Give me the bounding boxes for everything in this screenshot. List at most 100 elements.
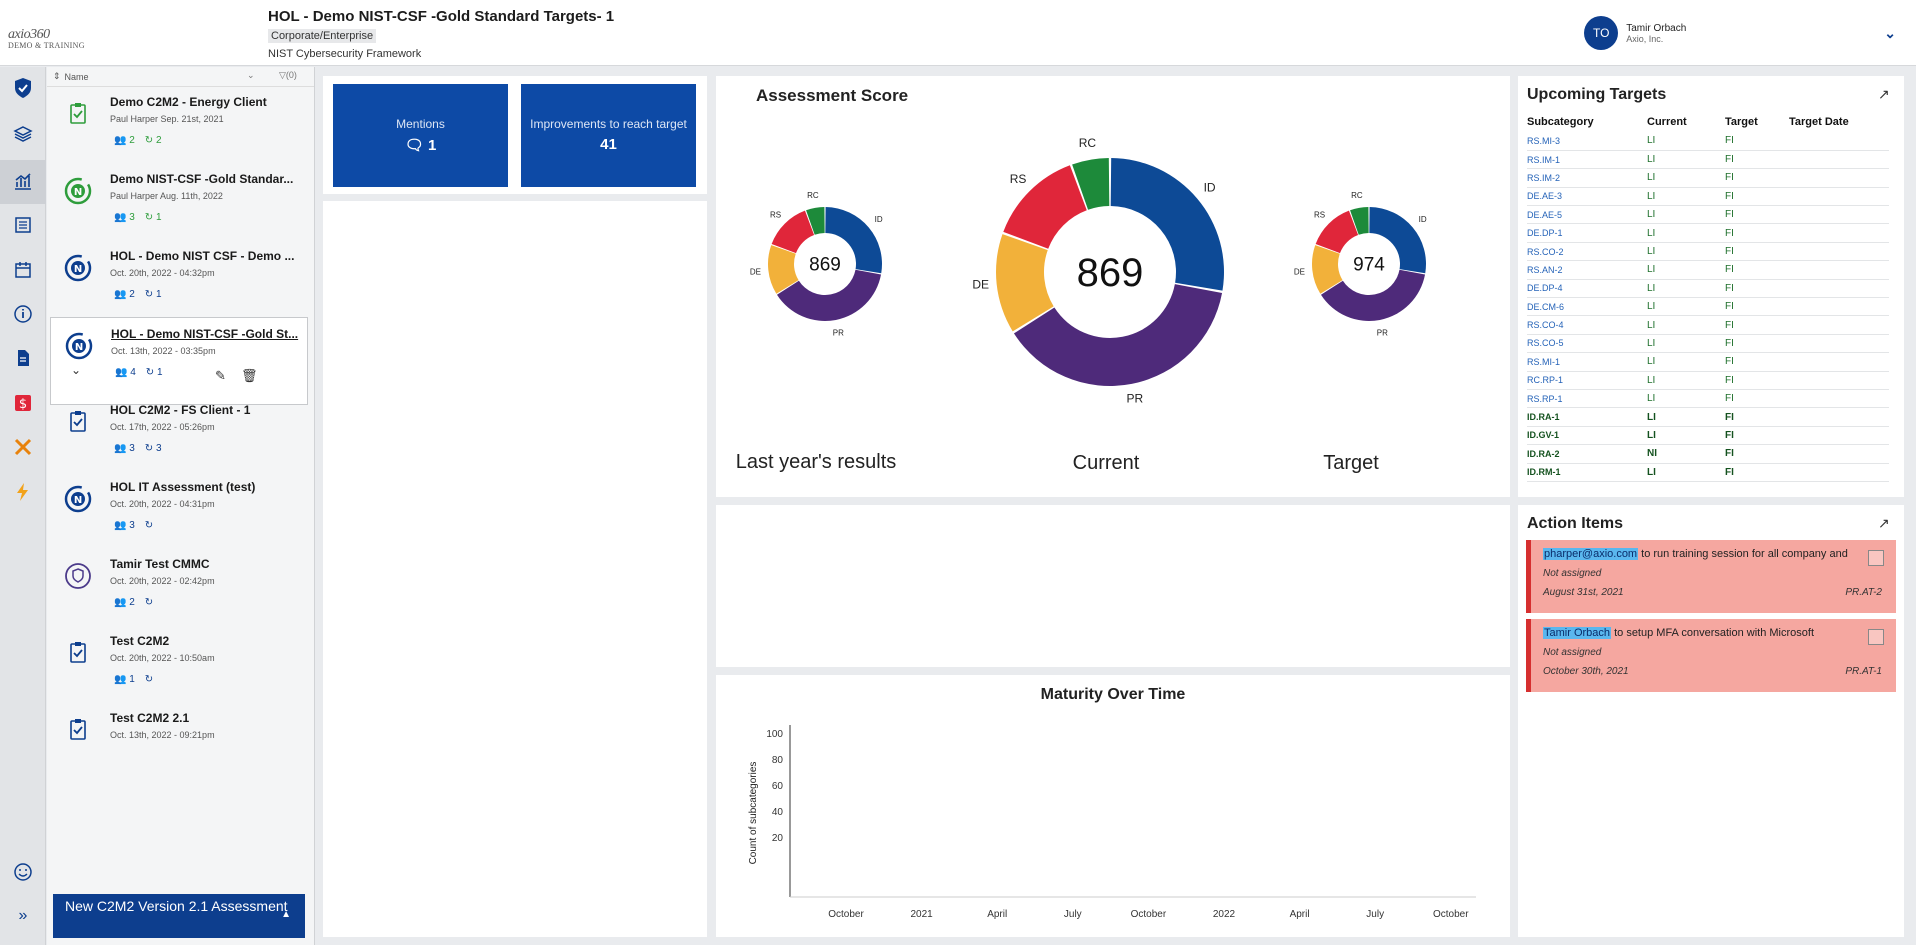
item-name[interactable]: Demo C2M2 - Energy Client [110,95,302,109]
subcategory-cell[interactable]: RS.CO-5 [1527,334,1647,354]
table-row[interactable]: DE.DP-4 LI FI [1527,279,1889,299]
table-row[interactable]: DE.CM-6 LI FI [1527,297,1889,317]
table-row[interactable]: RS.CO-4 LI FI [1527,315,1889,335]
subcategory-cell[interactable]: RC.RP-1 [1527,371,1647,390]
table-row[interactable]: RS.AN-2 LI FI [1527,260,1889,280]
subcategory-cell[interactable]: ID.RM-1 [1527,463,1647,482]
external-link-icon[interactable]: ↗ [1878,515,1890,532]
table-row[interactable]: RS.CO-5 LI FI [1527,334,1889,354]
mention-tag[interactable]: pharper@axio.com [1543,548,1639,560]
table-row[interactable]: DE.AE-5 LI FI [1527,205,1889,225]
subcategory-cell[interactable]: DE.CM-6 [1527,297,1647,317]
target-cell: FI [1725,187,1789,207]
subcategory-cell[interactable]: ID.GV-1 [1527,426,1647,446]
subcategory-cell[interactable]: DE.DP-4 [1527,279,1647,299]
action-description: to run training session for all company … [1638,548,1848,560]
subcategory-cell[interactable]: ID.RA-1 [1527,407,1647,427]
user-menu[interactable]: TO Tamir Orbach Axio, Inc. ⌄ [1584,16,1896,50]
table-row[interactable]: RC.RP-1 LI FI [1527,371,1889,390]
subcategory-cell[interactable]: DE.DP-1 [1527,223,1647,243]
smiley-icon[interactable] [12,861,34,883]
subcategory-cell[interactable]: RS.MI-1 [1527,352,1647,372]
subcategory-cell[interactable]: ID.RA-2 [1527,444,1647,464]
table-row[interactable]: DE.DP-1 LI FI [1527,223,1889,243]
list-item[interactable]: N HOL - Demo NIST-CSF -Gold St... Oct. 13t… [50,317,308,405]
item-name[interactable]: HOL - Demo NIST CSF - Demo ... [110,249,302,263]
subcategory-cell[interactable]: RS.RP-1 [1527,389,1647,409]
column-header[interactable]: Target [1725,116,1789,132]
empty-panel-left [323,201,707,937]
list-item[interactable]: Test C2M2 2.1 Oct. 13th, 2022 - 09:21pm [50,702,308,790]
list-item[interactable]: Test C2M2 Oct. 20th, 2022 - 10:50am 👥 1 ↻ [50,625,308,713]
table-row[interactable]: DE.AE-3 LI FI [1527,187,1889,207]
item-name[interactable]: HOL IT Assessment (test) [110,480,302,494]
item-name[interactable]: Tamir Test CMMC [110,557,302,571]
table-row[interactable]: ID.RA-1 LI FI [1527,407,1889,427]
table-row[interactable]: RS.MI-3 LI FI [1527,132,1889,151]
column-header[interactable]: Subcategory [1527,116,1647,132]
list-item[interactable]: N Demo NIST-CSF -Gold Standar... Paul Harp… [50,163,308,251]
lightning-icon[interactable] [12,481,34,503]
action-item[interactable]: Tamir Orbach to setup MFA conversation w… [1526,619,1896,692]
column-header[interactable]: Target Date [1789,116,1889,132]
subcategory-cell[interactable]: DE.AE-5 [1527,205,1647,225]
complete-checkbox[interactable] [1868,629,1884,645]
table-row[interactable]: RS.IM-2 LI FI [1527,168,1889,188]
subcategory-cell[interactable]: RS.MI-3 [1527,132,1647,151]
mention-tag[interactable]: Tamir Orbach [1543,627,1612,639]
list-icon[interactable] [12,214,34,236]
item-name[interactable]: Test C2M2 2.1 [110,711,302,725]
layers-icon[interactable] [12,123,34,145]
axio-logo[interactable]: axio360 DEMO & TRAINING [8,18,85,50]
list-item[interactable]: N HOL IT Assessment (test) Oct. 20th, 2022… [50,471,308,559]
table-row[interactable]: RS.RP-1 LI FI [1527,389,1889,409]
list-item[interactable]: N HOL - Demo NIST CSF - Demo ... Oct. 20th… [50,240,308,328]
trash-icon[interactable]: 🗑 [241,368,258,384]
table-row[interactable]: ID.RM-1 LI FI [1527,463,1889,482]
item-name[interactable]: HOL - Demo NIST-CSF -Gold St... [111,327,303,341]
current-cell: LI [1647,352,1725,372]
list-sort-header[interactable]: ⇕ Name ⌄ ▽(0) [47,67,314,87]
new-assessment-button[interactable]: New C2M2 Version 2.1 Assessment ▲ [53,894,305,938]
improvements-tile[interactable]: Improvements to reach target 41 [521,84,696,187]
external-link-icon[interactable]: ↗ [1878,86,1890,103]
item-name[interactable]: Test C2M2 [110,634,302,648]
action-item[interactable]: pharper@axio.com to run training session… [1526,540,1896,613]
subcategory-cell[interactable]: RS.CO-2 [1527,242,1647,262]
table-row[interactable]: RS.CO-2 LI FI [1527,242,1889,262]
mentions-tile[interactable]: Mentions 🗨 1 [333,84,508,187]
info-icon[interactable] [12,303,34,325]
avatar[interactable]: TO [1584,16,1619,50]
table-row[interactable]: ID.RA-2 NI FI [1527,444,1889,464]
table-row[interactable]: ID.GV-1 LI FI [1527,426,1889,446]
edit-icon[interactable]: ✎ [215,368,226,384]
table-row[interactable]: RS.MI-1 LI FI [1527,352,1889,372]
chevron-down-icon[interactable]: ⌄ [71,363,81,377]
table-row[interactable]: RS.IM-1 LI FI [1527,150,1889,170]
list-item[interactable]: HOL C2M2 - FS Client - 1 Oct. 17th, 2022 … [50,394,308,482]
chart-icon[interactable] [12,170,34,192]
item-name[interactable]: Demo NIST-CSF -Gold Standar... [110,172,302,186]
complete-checkbox[interactable] [1868,550,1884,566]
chevron-down-icon[interactable]: ⌄ [247,70,255,81]
subcategory-cell[interactable]: RS.CO-4 [1527,315,1647,335]
filter-icon[interactable]: ▽(0) [279,70,297,81]
document-icon[interactable] [12,347,34,369]
tools-icon[interactable] [12,436,34,458]
list-item[interactable]: Demo C2M2 - Energy Client Paul Harper Sep… [50,86,308,174]
subcategory-cell[interactable]: RS.IM-1 [1527,150,1647,170]
subcategory-cell[interactable]: DE.AE-3 [1527,187,1647,207]
subcategory-cell[interactable]: RS.AN-2 [1527,260,1647,280]
shield-check-icon[interactable] [12,77,34,99]
item-name[interactable]: HOL C2M2 - FS Client - 1 [110,403,302,417]
list-item[interactable]: Tamir Test CMMC Oct. 20th, 2022 - 02:42pm… [50,548,308,636]
chevron-down-icon[interactable]: ⌄ [1884,25,1896,42]
current-cell: LI [1647,205,1725,225]
column-header[interactable]: Current [1647,116,1725,132]
expand-rail-icon[interactable]: » [12,905,34,927]
dollar-icon[interactable]: $ [12,392,34,414]
calendar-icon[interactable] [12,259,34,281]
subcategory-cell[interactable]: RS.IM-2 [1527,168,1647,188]
current-cell: LI [1647,242,1725,262]
caret-up-icon[interactable]: ▲ [281,906,291,923]
